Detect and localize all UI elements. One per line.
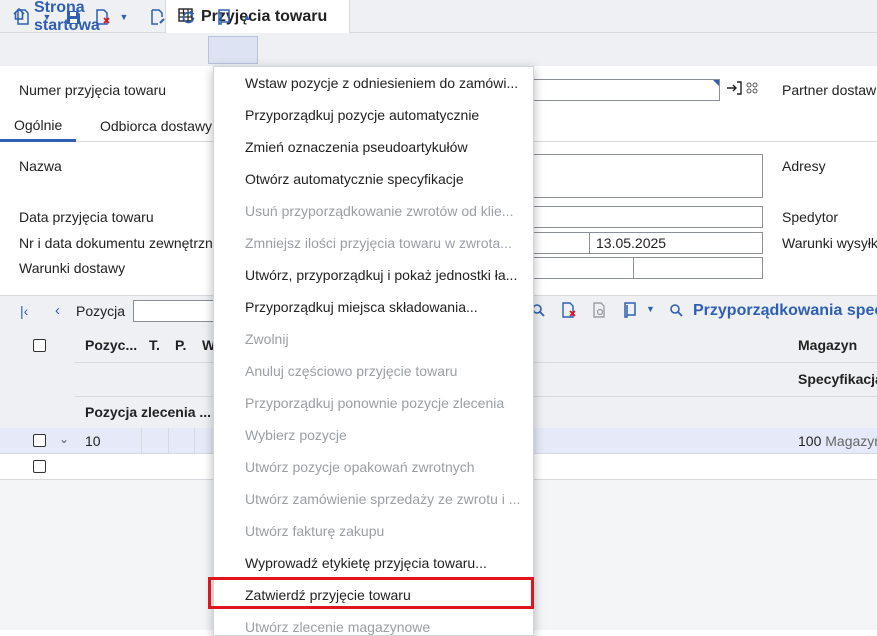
name-input[interactable] bbox=[530, 154, 763, 198]
external-document-number-input[interactable] bbox=[530, 232, 590, 254]
row-checkbox[interactable] bbox=[33, 434, 46, 447]
shipping-label: Warunki wysyłk bbox=[782, 235, 877, 251]
field-marker-icon bbox=[713, 80, 719, 86]
number-label: Numer przyjęcia towaru bbox=[19, 82, 167, 98]
menu-item-reduce-quantities[interactable]: Zmniejsz ilości przyjęcia towaru w zwrot… bbox=[214, 227, 535, 259]
delete-row-icon[interactable] bbox=[561, 302, 577, 321]
save-icon[interactable] bbox=[62, 6, 84, 28]
external-document-label: Nr i data dokumentu zewnętrzn bbox=[19, 235, 213, 251]
edit-document-icon[interactable] bbox=[147, 6, 169, 28]
select-all-checkbox[interactable] bbox=[33, 339, 46, 352]
date-input[interactable] bbox=[530, 206, 763, 228]
carrier-label: Spedytor bbox=[782, 209, 839, 225]
delivery-terms-label: Warunki dostawy bbox=[19, 260, 126, 276]
column-specification[interactable]: Specyfikacja bbox=[798, 371, 877, 387]
cell-divider bbox=[194, 428, 195, 454]
warehouse-name: Magazyn bbox=[825, 433, 877, 449]
position-label: Pozycja bbox=[76, 303, 126, 319]
delivery-terms-input[interactable] bbox=[530, 257, 634, 279]
column-position[interactable]: Pozyc... bbox=[85, 337, 137, 353]
chevron-down-icon[interactable]: ▼ bbox=[646, 304, 655, 314]
menu-item-purchase-invoice[interactable]: Utwórz fakturę zakupu bbox=[214, 515, 535, 547]
addresses-label: Adresy bbox=[782, 158, 826, 174]
menu-item-insert-from-order[interactable]: Wstaw pozycje z odniesieniem do zamówi..… bbox=[214, 67, 535, 99]
menu-item-assign-auto[interactable]: Przyporządkuj pozycje automatycznie bbox=[214, 99, 535, 131]
menu-item-warehouse-order[interactable]: Utwórz zlecenie magazynowe bbox=[214, 611, 535, 636]
column-warehouse[interactable]: Magazyn bbox=[798, 337, 857, 353]
expand-chevron-icon[interactable]: ⌄ bbox=[59, 432, 69, 446]
menu-item-create-units[interactable]: Utwórz, przyporządkuj i pokaż jednostki … bbox=[214, 259, 535, 291]
chevron-up-icon[interactable]: ▲ bbox=[241, 6, 253, 28]
row-checkbox[interactable] bbox=[33, 460, 46, 473]
column-order-position[interactable]: Pozycja zlecenia ... bbox=[85, 404, 211, 420]
highlight-box bbox=[208, 577, 534, 609]
menu-item-release[interactable]: Zwolnij bbox=[214, 323, 535, 355]
new-document-icon[interactable] bbox=[12, 6, 34, 28]
delivery-terms-desc-input[interactable] bbox=[633, 257, 763, 279]
warehouse-number: 100 bbox=[798, 433, 822, 449]
delete-document-icon[interactable] bbox=[92, 6, 114, 28]
grid-options-icon[interactable] bbox=[746, 81, 758, 98]
menu-item-open-specs[interactable]: Otwórz automatycznie specyfikacje bbox=[214, 163, 535, 195]
table-actions-icon[interactable] bbox=[622, 302, 638, 321]
actions-document-icon bbox=[213, 6, 235, 28]
subtab-recipient[interactable]: Odbiorca dostawy bbox=[86, 110, 226, 142]
subtab-general[interactable]: Ogólnie bbox=[0, 110, 77, 142]
menu-item-cancel-partial[interactable]: Anuluj częściowo przyjęcie towaru bbox=[214, 355, 535, 387]
actions-dropdown-menu: Wstaw pozycje z odniesieniem do zamówi..… bbox=[213, 66, 534, 636]
name-label: Nazwa bbox=[19, 158, 62, 174]
external-document-date-input[interactable]: 13.05.2025 bbox=[589, 232, 763, 254]
partner-label: Partner dostaw bbox=[782, 82, 877, 98]
document-search-icon[interactable] bbox=[592, 302, 608, 321]
chevron-down-icon[interactable]: ▼ bbox=[118, 6, 130, 28]
menu-item-remove-returns[interactable]: Usuń przyporządkowanie zwrotów od klie..… bbox=[214, 195, 535, 227]
position-input[interactable] bbox=[133, 300, 215, 322]
previous-icon[interactable]: ‹ bbox=[55, 302, 60, 319]
refresh-icon[interactable] bbox=[177, 6, 199, 28]
column-t[interactable]: T. bbox=[149, 337, 160, 353]
first-page-icon[interactable]: |‹ bbox=[20, 303, 28, 319]
row-position: 10 bbox=[85, 433, 101, 449]
cell-divider bbox=[141, 428, 142, 454]
menu-item-select-positions[interactable]: Wybierz pozycje bbox=[214, 419, 535, 451]
search-icon bbox=[669, 303, 683, 320]
date-label: Data przyjęcia towaru bbox=[19, 209, 154, 225]
menu-item-assign-storage[interactable]: Przyporządkuj miejsca składowania... bbox=[214, 291, 535, 323]
actions-menu-button[interactable] bbox=[208, 36, 258, 64]
toolbar bbox=[0, 33, 877, 66]
chevron-down-icon[interactable]: ▼ bbox=[41, 6, 53, 28]
menu-item-reassign-order[interactable]: Przyporządkuj ponownie pozycje zlecenia bbox=[214, 387, 535, 419]
menu-item-change-pseudo[interactable]: Zmień oznaczenia pseudoartykułów bbox=[214, 131, 535, 163]
assignments-link[interactable]: Przyporządkowania spec bbox=[693, 302, 877, 320]
menu-item-output-label[interactable]: Wyprowadź etykietę przyjęcia towaru... bbox=[214, 547, 535, 579]
row-warehouse: 100 Magazyn bbox=[798, 433, 877, 449]
enter-icon[interactable] bbox=[726, 80, 744, 99]
cell-divider bbox=[168, 428, 169, 454]
column-p[interactable]: P. bbox=[175, 337, 186, 353]
menu-item-return-packaging[interactable]: Utwórz pozycje opakowań zwrotnych bbox=[214, 451, 535, 483]
number-input[interactable] bbox=[530, 79, 720, 101]
menu-item-sales-order-from-return[interactable]: Utwórz zamówienie sprzedaży ze zwrotu i … bbox=[214, 483, 535, 515]
